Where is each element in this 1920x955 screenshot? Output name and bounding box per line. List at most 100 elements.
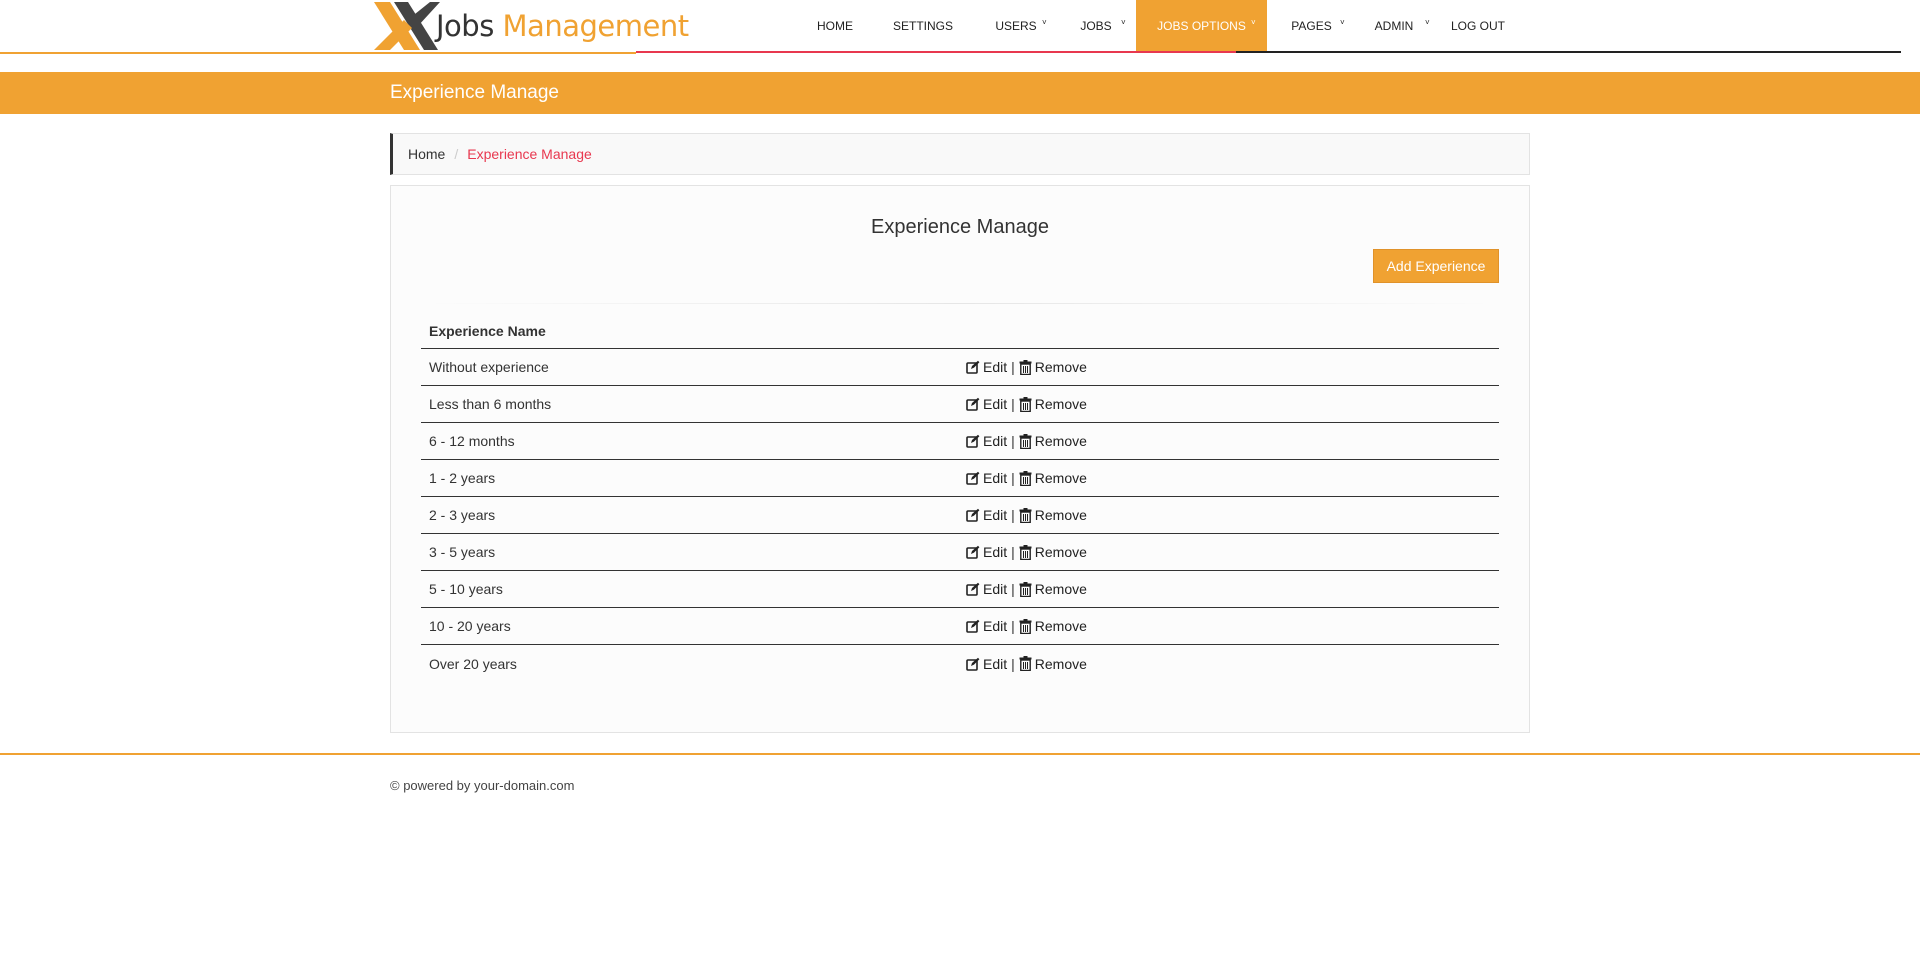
nav-admin-label: ADMIN bbox=[1374, 19, 1414, 33]
nav-admin[interactable]: ADMIN ˅ bbox=[1356, 0, 1432, 52]
edit-link[interactable]: Edit bbox=[966, 507, 1007, 523]
edit-link[interactable]: Edit bbox=[966, 433, 1007, 449]
action-separator: | bbox=[1011, 359, 1015, 375]
actions-cell: Edit | Remove bbox=[966, 433, 1087, 449]
edit-label: Edit bbox=[983, 396, 1008, 412]
header-divider-highlight bbox=[636, 51, 1236, 53]
remove-link[interactable]: Remove bbox=[1019, 470, 1087, 486]
action-separator: | bbox=[1011, 470, 1015, 486]
nav-settings[interactable]: SETTINGS bbox=[870, 0, 976, 52]
actions-cell: Edit | Remove bbox=[966, 507, 1087, 523]
edit-link[interactable]: Edit bbox=[966, 656, 1007, 672]
action-separator: | bbox=[1011, 396, 1015, 412]
add-experience-button[interactable]: Add Experience bbox=[1373, 249, 1499, 283]
experience-panel: Experience Manage Add Experience Experie… bbox=[390, 185, 1530, 733]
remove-label: Remove bbox=[1034, 544, 1087, 560]
experience-name-cell: 1 - 2 years bbox=[429, 470, 496, 486]
trash-icon bbox=[1019, 359, 1035, 375]
edit-link[interactable]: Edit bbox=[966, 618, 1007, 634]
remove-link[interactable]: Remove bbox=[1019, 656, 1087, 672]
actions-cell: Edit | Remove bbox=[966, 359, 1087, 375]
footer-credit: © powered by your-domain.com bbox=[390, 778, 575, 793]
actions-cell: Edit | Remove bbox=[966, 470, 1087, 486]
nav-pages[interactable]: PAGES ˅ bbox=[1267, 0, 1356, 52]
table-header: Experience Name bbox=[421, 314, 1499, 349]
brand-logo[interactable]: Jobs Management bbox=[374, 0, 689, 52]
breadcrumb: Home / Experience Manage bbox=[390, 133, 1530, 175]
remove-link[interactable]: Remove bbox=[1019, 507, 1087, 523]
brand-name: Jobs Management bbox=[436, 0, 689, 52]
nav-jobs[interactable]: JOBS ˅ bbox=[1056, 0, 1136, 52]
table-row: 6 - 12 months Edit | Remove bbox=[421, 423, 1499, 460]
edit-label: Edit bbox=[983, 581, 1008, 597]
edit-link[interactable]: Edit bbox=[966, 581, 1007, 597]
trash-icon bbox=[1019, 656, 1035, 671]
actions-cell: Edit | Remove bbox=[966, 618, 1087, 634]
remove-link[interactable]: Remove bbox=[1019, 544, 1087, 560]
nav-pages-label: PAGES bbox=[1291, 19, 1332, 33]
remove-label: Remove bbox=[1034, 470, 1087, 486]
page-title: Experience Manage bbox=[390, 82, 559, 103]
edit-square-icon bbox=[966, 471, 983, 485]
edit-label: Edit bbox=[983, 544, 1008, 560]
nav-logout[interactable]: LOG OUT bbox=[1432, 0, 1524, 52]
site-header: Jobs Management HOME SETTINGS USERS ˅ JOB… bbox=[0, 0, 1920, 55]
header-divider-accent bbox=[0, 52, 636, 54]
remove-label: Remove bbox=[1034, 581, 1087, 597]
column-header-experience-name: Experience Name bbox=[429, 323, 546, 339]
trash-icon bbox=[1019, 470, 1035, 486]
breadcrumb-current: Experience Manage bbox=[467, 146, 592, 162]
table-row: Less than 6 months Edit | Remove bbox=[421, 386, 1499, 423]
panel-title: Experience Manage bbox=[871, 216, 1049, 238]
experience-table: Experience Name Without experience Edit | R… bbox=[421, 314, 1499, 682]
table-row: 2 - 3 years Edit | Remove bbox=[421, 497, 1499, 534]
nav-home[interactable]: HOME bbox=[800, 0, 870, 52]
action-separator: | bbox=[1011, 433, 1015, 449]
edit-square-icon bbox=[966, 508, 983, 522]
edit-square-icon bbox=[966, 657, 983, 671]
experience-name-cell: Less than 6 months bbox=[429, 396, 552, 412]
remove-label: Remove bbox=[1034, 655, 1087, 672]
edit-link[interactable]: Edit bbox=[966, 470, 1007, 486]
experience-name-cell: 5 - 10 years bbox=[429, 581, 503, 597]
remove-link[interactable]: Remove bbox=[1019, 618, 1087, 634]
experience-name-cell: 2 - 3 years bbox=[429, 507, 496, 523]
remove-label: Remove bbox=[1034, 433, 1087, 449]
experience-name-cell: 6 - 12 months bbox=[429, 433, 515, 449]
actions-cell: Edit | Remove bbox=[966, 581, 1087, 597]
trash-icon bbox=[1019, 507, 1035, 523]
experience-name-cell: Over 20 years bbox=[429, 655, 517, 672]
nav-settings-label: SETTINGS bbox=[892, 19, 953, 33]
action-separator: | bbox=[1011, 507, 1015, 523]
edit-square-icon bbox=[966, 397, 983, 411]
chevron-down-icon: ˅ bbox=[1042, 18, 1047, 27]
action-separator: | bbox=[1011, 618, 1015, 634]
footer-divider bbox=[0, 753, 1920, 755]
nav-logout-label: LOG OUT bbox=[1450, 19, 1505, 33]
breadcrumb-separator: / bbox=[454, 146, 459, 162]
table-row: 5 - 10 years Edit | Remove bbox=[421, 571, 1499, 608]
nav-jobs-options[interactable]: JOBS OPTIONS ˅ bbox=[1136, 0, 1267, 52]
remove-label: Remove bbox=[1034, 618, 1087, 634]
table-row: 3 - 5 years Edit | Remove bbox=[421, 534, 1499, 571]
remove-link[interactable]: Remove bbox=[1019, 581, 1087, 597]
remove-link[interactable]: Remove bbox=[1019, 433, 1087, 449]
header-divider-dark bbox=[1236, 51, 1901, 53]
edit-link[interactable]: Edit bbox=[966, 544, 1007, 560]
edit-square-icon bbox=[966, 545, 983, 559]
table-row: 10 - 20 years Edit | Remove bbox=[421, 608, 1499, 645]
action-separator: | bbox=[1011, 544, 1015, 560]
edit-square-icon bbox=[966, 360, 983, 374]
edit-link[interactable]: Edit bbox=[966, 396, 1007, 412]
actions-cell: Edit | Remove bbox=[966, 396, 1087, 412]
breadcrumb-home-link[interactable]: Home bbox=[408, 146, 445, 162]
edit-label: Edit bbox=[983, 470, 1008, 486]
actions-cell: Edit | Remove bbox=[966, 656, 1087, 672]
remove-link[interactable]: Remove bbox=[1019, 359, 1087, 375]
edit-link[interactable]: Edit bbox=[966, 359, 1007, 375]
remove-link[interactable]: Remove bbox=[1019, 396, 1087, 412]
table-row: Without experience Edit | Remove bbox=[421, 349, 1499, 386]
nav-users[interactable]: USERS ˅ bbox=[976, 0, 1056, 52]
table-row: 1 - 2 years Edit | Remove bbox=[421, 460, 1499, 497]
trash-icon bbox=[1019, 618, 1035, 634]
